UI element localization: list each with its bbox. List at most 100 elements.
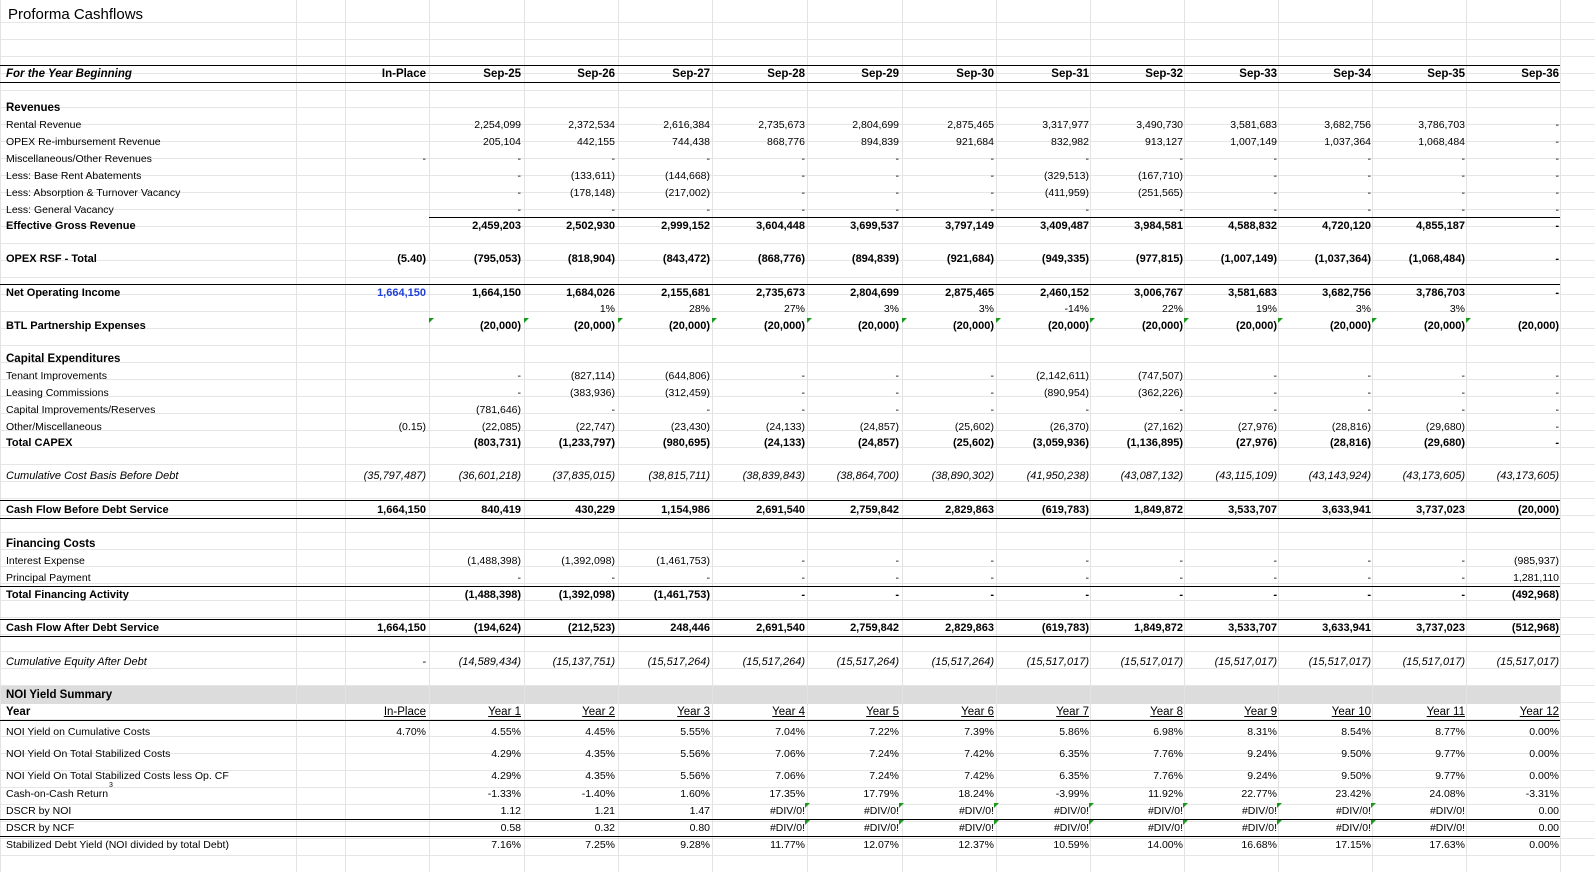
- cell-value[interactable]: (1,392,098): [523, 587, 615, 604]
- cell-value[interactable]: 6.35%: [997, 768, 1089, 785]
- cell-value[interactable]: 2,804,699: [807, 117, 899, 134]
- cell-value[interactable]: 4.29%: [429, 746, 521, 763]
- cell-value[interactable]: -: [902, 385, 995, 402]
- cell-value[interactable]: (15,517,017): [1467, 654, 1559, 671]
- cell-value[interactable]: (251,565): [1091, 185, 1183, 202]
- cell-value[interactable]: 3,786,703: [1373, 117, 1465, 134]
- cell-value[interactable]: (20,000): [618, 318, 710, 335]
- cell-value[interactable]: -: [997, 587, 1089, 604]
- cell-value[interactable]: Year 8: [1091, 704, 1183, 721]
- cell-value[interactable]: (329,513): [997, 168, 1089, 185]
- cell-value[interactable]: 3,682,756: [1279, 117, 1371, 134]
- cell-value[interactable]: 2,829,863: [902, 502, 994, 519]
- cell-value[interactable]: 3,984,581: [1091, 218, 1183, 235]
- cell-value[interactable]: -: [997, 570, 1090, 587]
- cell-value[interactable]: 2,999,152: [618, 218, 710, 235]
- cell-value[interactable]: 3%: [1279, 301, 1371, 318]
- cell-value[interactable]: #DIV/0!: [1373, 803, 1465, 820]
- cell-value[interactable]: -: [997, 553, 1090, 570]
- cell-value[interactable]: 4.45%: [523, 724, 615, 741]
- cell-value[interactable]: 3,490,730: [1091, 117, 1183, 134]
- cell-value[interactable]: -: [807, 587, 899, 604]
- cell-value[interactable]: (22,747): [523, 419, 615, 436]
- cell-value[interactable]: 7.24%: [807, 768, 899, 785]
- cell-value[interactable]: -3.99%: [997, 786, 1089, 803]
- cell-value[interactable]: (20,000): [1373, 318, 1465, 335]
- cell-value[interactable]: 19%: [1185, 301, 1277, 318]
- cell-value[interactable]: -1.33%: [429, 786, 521, 803]
- cell-value[interactable]: 2,691,540: [713, 620, 805, 637]
- cell-value[interactable]: #DIV/0!: [807, 820, 899, 837]
- cell-value[interactable]: -: [1091, 587, 1183, 604]
- cell-value[interactable]: [334, 837, 426, 854]
- cell-value[interactable]: Sep-35: [1373, 66, 1465, 83]
- cell-value[interactable]: (411,959): [997, 185, 1089, 202]
- cell-value[interactable]: -: [1467, 134, 1560, 151]
- cell-value[interactable]: 2,759,842: [807, 620, 899, 637]
- cell-value[interactable]: [334, 168, 426, 185]
- cell-value[interactable]: (20,000): [713, 318, 805, 335]
- cell-value[interactable]: 14.00%: [1091, 837, 1183, 854]
- cell-value[interactable]: 6.35%: [997, 746, 1089, 763]
- cell-value[interactable]: (512,968): [1467, 620, 1559, 637]
- cell-value[interactable]: -: [807, 553, 900, 570]
- cell-value[interactable]: (36,601,218): [429, 468, 521, 485]
- cell-value[interactable]: -: [618, 570, 711, 587]
- cell-value[interactable]: 442,155: [523, 134, 615, 151]
- cell-value[interactable]: #DIV/0!: [713, 803, 805, 820]
- cell-value[interactable]: 3,797,149: [902, 218, 994, 235]
- cell-value[interactable]: -: [1467, 218, 1559, 235]
- cell-value[interactable]: -: [1467, 368, 1560, 385]
- cell-value[interactable]: 248,446: [618, 620, 710, 637]
- cell-value[interactable]: -: [1185, 185, 1278, 202]
- cell-value[interactable]: (27,976): [1185, 435, 1277, 452]
- cell-value[interactable]: (15,517,264): [902, 654, 994, 671]
- cell-value[interactable]: -: [618, 151, 711, 168]
- cell-value[interactable]: 7.76%: [1091, 746, 1183, 763]
- cell-value[interactable]: 1,849,872: [1091, 502, 1183, 519]
- cell-value[interactable]: (28,816): [1279, 435, 1371, 452]
- cell-value[interactable]: (24,857): [807, 419, 899, 436]
- cell-value[interactable]: 7.04%: [713, 724, 805, 741]
- cell-value[interactable]: 4.35%: [523, 768, 615, 785]
- cell-value[interactable]: (15,137,751): [523, 654, 615, 671]
- cell-value[interactable]: 1.12: [429, 803, 521, 820]
- cell-value[interactable]: #DIV/0!: [997, 820, 1089, 837]
- cell-value[interactable]: (492,968): [1467, 587, 1559, 604]
- cell-value[interactable]: (20,000): [1091, 318, 1183, 335]
- cell-value[interactable]: (24,857): [807, 435, 899, 452]
- cell-value[interactable]: 4,855,187: [1373, 218, 1465, 235]
- cell-value[interactable]: (20,000): [997, 318, 1089, 335]
- cell-value[interactable]: 2,155,681: [618, 285, 710, 302]
- cell-value[interactable]: -: [1185, 570, 1278, 587]
- cell-value[interactable]: 3,699,537: [807, 218, 899, 235]
- cell-value[interactable]: 3%: [902, 301, 994, 318]
- cell-value[interactable]: Sep-34: [1279, 66, 1371, 83]
- cell-value[interactable]: -: [1185, 151, 1278, 168]
- cell-value[interactable]: (167,710): [1091, 168, 1183, 185]
- cell-value[interactable]: 8.31%: [1185, 724, 1277, 741]
- cell-value[interactable]: -: [902, 553, 995, 570]
- cell-value[interactable]: In-Place: [334, 704, 426, 721]
- cell-value[interactable]: -: [1279, 168, 1372, 185]
- cell-value[interactable]: 3,737,023: [1373, 620, 1465, 637]
- cell-value[interactable]: #DIV/0!: [997, 803, 1089, 820]
- cell-value[interactable]: -: [1091, 402, 1184, 419]
- cell-value[interactable]: -: [902, 570, 995, 587]
- cell-value[interactable]: 17.79%: [807, 786, 899, 803]
- cell-value[interactable]: 9.50%: [1279, 746, 1371, 763]
- cell-value[interactable]: 0.58: [429, 820, 521, 837]
- cell-value[interactable]: -: [1467, 151, 1560, 168]
- cell-value[interactable]: -: [1373, 185, 1466, 202]
- cell-value[interactable]: 1.21: [523, 803, 615, 820]
- cell-value[interactable]: -: [1091, 553, 1184, 570]
- cell-value[interactable]: -: [1467, 185, 1560, 202]
- cell-value[interactable]: (985,937): [1467, 553, 1559, 570]
- cell-value[interactable]: (362,226): [1091, 385, 1183, 402]
- cell-value[interactable]: 7.22%: [807, 724, 899, 741]
- cell-value[interactable]: 23.42%: [1279, 786, 1371, 803]
- cell-value[interactable]: -: [1373, 168, 1466, 185]
- cell-value[interactable]: (20,000): [429, 318, 521, 335]
- cell-value[interactable]: 1,664,150: [334, 620, 426, 637]
- cell-value[interactable]: Year 3: [618, 704, 710, 721]
